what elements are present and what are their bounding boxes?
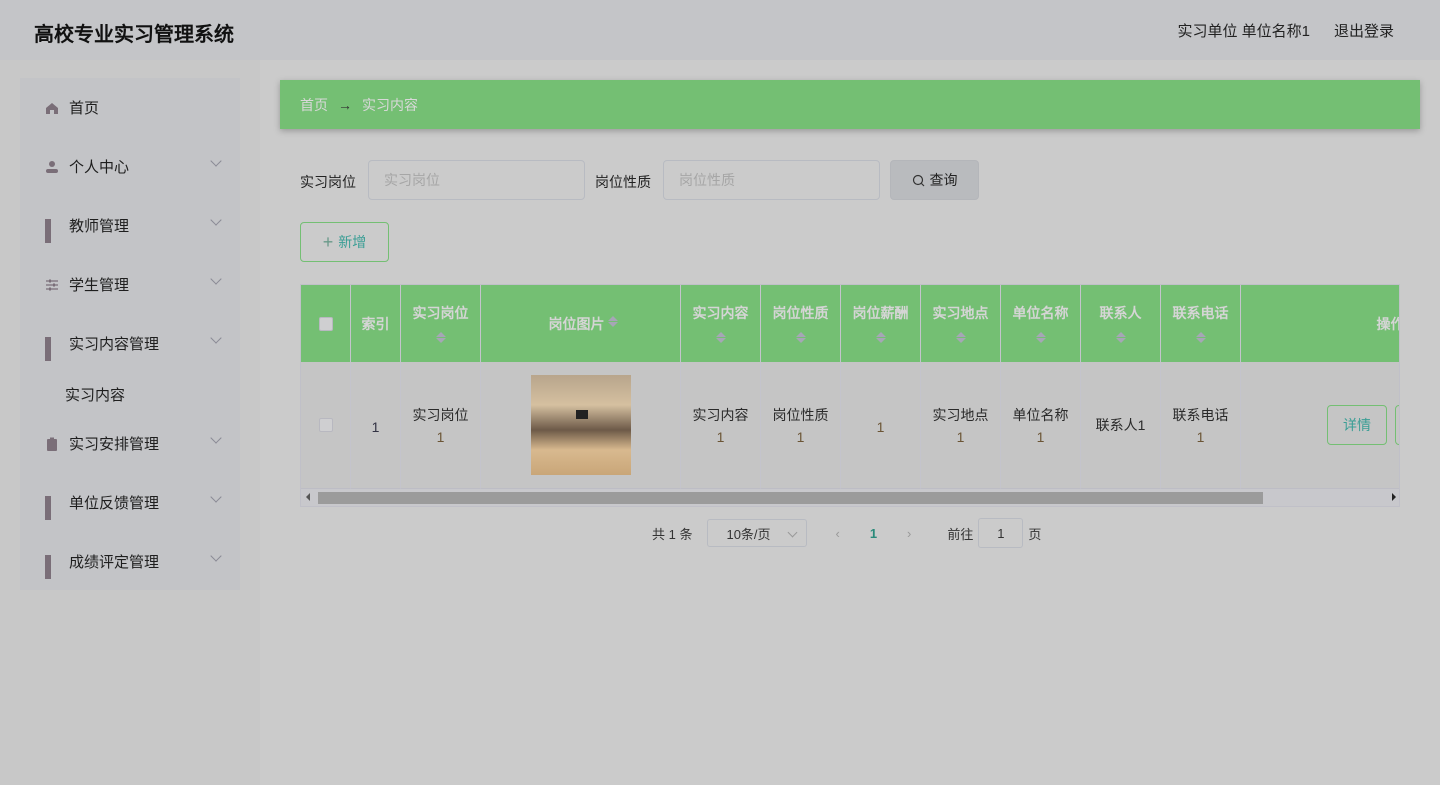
data-table: 索引 实习岗位 岗位图片 实习内容 岗位性质 岗位薪酬 实习地点 单位名称 联系… — [300, 284, 1400, 507]
sidebar-item-label: 实习内容管理 — [69, 336, 160, 353]
query-label: 查询 — [929, 172, 958, 188]
edit-button[interactable] — [1395, 405, 1399, 445]
sidebar-item-arrangement[interactable]: 实习安排管理 — [20, 414, 240, 473]
page-size-select[interactable]: 10条/页 — [707, 519, 808, 547]
chevron-down-icon — [210, 432, 222, 444]
chevron-down-icon — [210, 214, 222, 226]
header-content[interactable]: 实习内容 — [681, 285, 761, 362]
goto-label: 前往 — [947, 526, 974, 542]
sidebar-item-home[interactable]: 首页 — [20, 78, 240, 137]
cell-post: 实习岗位 1 — [401, 362, 481, 489]
cell-index: 1 — [351, 362, 401, 489]
cell-content: 实习内容 1 — [681, 362, 761, 489]
sidebar-item-label: 实习安排管理 — [69, 436, 160, 453]
logout-link[interactable]: 退出登录 — [1334, 20, 1394, 41]
post-input[interactable] — [368, 160, 585, 200]
row-select[interactable] — [301, 362, 351, 489]
breadcrumb-home[interactable]: 首页 — [300, 95, 328, 115]
grid-icon — [45, 495, 59, 520]
plus-icon: + — [322, 231, 334, 252]
add-label: 新增 — [338, 234, 367, 250]
header-index: 索引 — [351, 285, 401, 362]
current-user: 实习单位 单位名称1 — [1177, 23, 1310, 40]
breadcrumb-current: 实习内容 — [362, 96, 418, 113]
arrow-right-icon: → — [338, 96, 352, 113]
add-button[interactable]: + 新增 — [300, 222, 389, 262]
cell-nature: 岗位性质 1 — [761, 362, 841, 489]
grid-icon — [45, 336, 59, 361]
grid-icon — [45, 554, 59, 579]
scroll-left-icon[interactable] — [306, 493, 310, 501]
cell-unit: 单位名称 1 — [1001, 362, 1081, 489]
prev-page-icon[interactable]: ‹ — [835, 526, 839, 541]
sidebar-item-label: 学生管理 — [69, 277, 130, 294]
home-icon — [46, 102, 58, 114]
sidebar-menu: 首页 个人中心 教师管理 学生管理 实习内容管理 实习内容 实习安排管理 单位反… — [20, 78, 240, 590]
chevron-down-icon — [210, 155, 222, 167]
sidebar-item-students[interactable]: 学生管理 — [20, 255, 240, 314]
sidebar-item-content-mgmt[interactable]: 实习内容管理 — [20, 314, 240, 373]
nature-label: 岗位性质 — [595, 174, 651, 190]
detail-button[interactable]: 详情 — [1327, 405, 1387, 445]
sidebar-item-profile[interactable]: 个人中心 — [20, 137, 240, 196]
sidebar-item-teachers[interactable]: 教师管理 — [20, 196, 240, 255]
header-salary[interactable]: 岗位薪酬 — [841, 285, 921, 362]
header-phone[interactable]: 联系电话 — [1161, 285, 1241, 362]
post-label: 实习岗位 — [300, 174, 356, 190]
sidebar-item-feedback[interactable]: 单位反馈管理 — [20, 473, 240, 532]
post-image[interactable] — [530, 375, 631, 475]
chevron-down-icon — [210, 491, 222, 503]
scrollbar-thumb[interactable] — [318, 492, 1263, 504]
sidebar-item-label: 单位反馈管理 — [69, 495, 160, 512]
app-title: 高校专业实习管理系统 — [34, 24, 234, 46]
sliders-icon — [46, 279, 58, 290]
nature-input[interactable] — [663, 160, 880, 200]
grid-icon — [45, 218, 59, 243]
search-icon — [912, 174, 924, 186]
page-suffix: 页 — [1028, 526, 1042, 542]
header-nature[interactable]: 岗位性质 — [761, 285, 841, 362]
cell-phone: 联系电话 1 — [1161, 362, 1241, 489]
top-header: 高校专业实习管理系统 实习单位 单位名称1 退出登录 — [0, 0, 1440, 60]
breadcrumb: 首页 → 实习内容 — [280, 80, 1420, 129]
current-page[interactable]: 1 — [870, 526, 877, 541]
sidebar-item-label: 个人中心 — [69, 159, 130, 176]
header-unit[interactable]: 单位名称 — [1001, 285, 1081, 362]
cell-salary: 1 — [841, 362, 921, 489]
next-page-icon[interactable]: › — [907, 526, 911, 541]
header-post[interactable]: 实习岗位 — [401, 285, 481, 362]
cell-contact: 联系人1 — [1081, 362, 1161, 489]
chevron-down-icon — [210, 332, 222, 344]
cell-place: 实习地点 1 — [921, 362, 1001, 489]
scroll-right-icon[interactable] — [1392, 493, 1396, 501]
sidebar-item-label: 首页 — [69, 100, 100, 117]
checkbox[interactable] — [318, 418, 333, 432]
sidebar-item-label: 成绩评定管理 — [69, 554, 160, 571]
checkbox[interactable] — [318, 316, 333, 331]
pagination: 共 1 条 10条/页 ‹ 1 › 前往 1 页 — [652, 518, 1041, 548]
cell-actions: 详情 — [1241, 362, 1399, 489]
chevron-down-icon — [210, 550, 222, 562]
goto-page-input[interactable]: 1 — [978, 518, 1024, 548]
chevron-down-icon — [210, 273, 222, 285]
clipboard-icon — [47, 437, 57, 451]
horizontal-scrollbar[interactable] — [301, 489, 1399, 506]
total-count: 共 1 条 — [652, 526, 693, 542]
header-contact[interactable]: 联系人 — [1081, 285, 1161, 362]
header-actions: 操作 — [1241, 285, 1399, 362]
sidebar: 首页 个人中心 教师管理 学生管理 实习内容管理 实习内容 实习安排管理 单位反… — [0, 60, 260, 785]
sidebar-subitem-content[interactable]: 实习内容 — [65, 384, 125, 405]
header-place[interactable]: 实习地点 — [921, 285, 1001, 362]
sidebar-item-grades[interactable]: 成绩评定管理 — [20, 532, 240, 591]
user-icon — [46, 160, 58, 173]
query-button[interactable]: 查询 — [890, 160, 979, 200]
header-image[interactable]: 岗位图片 — [481, 285, 681, 362]
cell-image — [481, 362, 681, 489]
header-select-all[interactable] — [301, 285, 351, 362]
sidebar-item-label: 教师管理 — [69, 218, 130, 235]
